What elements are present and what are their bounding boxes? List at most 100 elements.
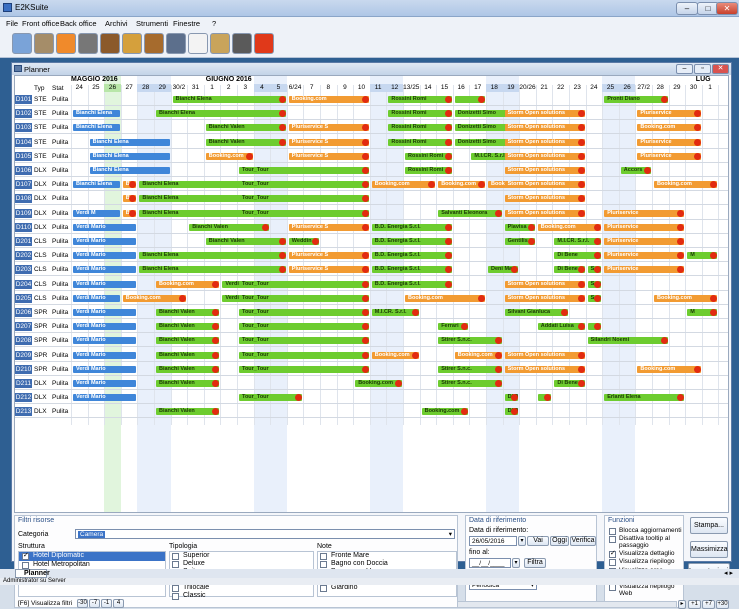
booking-bar[interactable]: Verdi M [73, 209, 120, 217]
booking-bar[interactable]: Pluriservice [637, 152, 701, 160]
function-checkbox[interactable] [609, 559, 616, 566]
room-number[interactable]: D103 [15, 123, 32, 133]
room-number[interactable]: D107 [15, 180, 32, 190]
tab-scroll-arrows[interactable]: ◂ ▸ [724, 569, 733, 577]
booking-bar[interactable]: Booking.com [421, 408, 469, 416]
day-header[interactable]: 23 [569, 84, 586, 92]
booking-bar[interactable]: Scanelli [587, 294, 602, 302]
booking-bar[interactable]: Tour_Tour [239, 337, 369, 345]
calendar-dropdown-icon[interactable]: ▾ [512, 558, 520, 568]
booking-bar[interactable]: Booking.com [355, 380, 402, 387]
reception-icon[interactable] [12, 33, 32, 54]
booking-bar[interactable]: Verdi Mario [73, 252, 137, 260]
until-date-input[interactable]: __/__/____ [469, 558, 511, 568]
room-number[interactable]: D208 [15, 336, 32, 346]
filter-button[interactable]: Filtra [524, 558, 546, 568]
room-number[interactable]: D210 [15, 364, 32, 374]
booking-bar[interactable]: Storm Open solutions [504, 138, 585, 146]
room-number[interactable]: D110 [15, 222, 32, 232]
day-header[interactable]: 29 [669, 84, 686, 92]
booking-bar[interactable]: Salvanti Eleonora [438, 209, 502, 217]
function-checkbox[interactable] [609, 584, 616, 591]
booking-bar[interactable]: Bianchi Elena [139, 266, 286, 274]
booking-bar[interactable]: Storm Open solutions [504, 124, 585, 132]
booking-bar[interactable]: Verdi Mario [73, 266, 137, 274]
function-checkbox[interactable] [609, 536, 616, 543]
booking-bar[interactable]: Addati Luisa [537, 323, 585, 331]
booking-bar[interactable]: M [687, 252, 718, 260]
booking-bar[interactable]: Verdi Mario [73, 223, 137, 231]
booking-bar[interactable]: Verdi Mario [73, 294, 120, 302]
room-number[interactable]: D212 [15, 393, 32, 403]
day-header[interactable]: 2 [220, 84, 237, 92]
day-header[interactable]: 12 [386, 84, 403, 92]
booking-bar[interactable]: M.I.CR. S.r.l. [554, 238, 602, 245]
calendar-dropdown-icon[interactable]: ▾ [518, 536, 526, 546]
note-item[interactable]: Fronte Mare [331, 552, 369, 559]
booking-bar[interactable]: Stirer S.n.c. [438, 365, 502, 373]
menu-archivi[interactable]: Archivi [105, 19, 128, 28]
struttura-checkbox[interactable] [22, 562, 29, 569]
booking-bar[interactable]: Pluriservice [604, 252, 685, 260]
menu-front-office[interactable]: Front office [22, 19, 59, 28]
booking-bar[interactable]: Bianchi Valen [156, 337, 220, 345]
day-header[interactable]: 30 [685, 84, 702, 92]
day-header[interactable]: 4 [253, 84, 271, 92]
booking-bar[interactable]: Storm Open solutions [504, 365, 585, 373]
booking-bar[interactable]: Storm Open solutions [504, 294, 585, 302]
print-button[interactable]: Stampa... [690, 517, 728, 534]
go-button[interactable]: Vai [527, 536, 549, 546]
booking-bar[interactable]: Bianchi Valen [205, 124, 286, 132]
function-checkbox[interactable] [609, 528, 616, 535]
booking-bar[interactable]: Tour_Tour [239, 280, 369, 288]
booking-bar[interactable]: Pluriservice S [288, 266, 369, 274]
cone-icon[interactable] [56, 33, 76, 54]
nav-forward-button[interactable]: +1 [688, 600, 701, 609]
menu-strumenti[interactable]: Strumenti [136, 19, 168, 28]
horizontal-scrollbar[interactable] [457, 601, 677, 608]
booking-bar[interactable]: B [122, 209, 137, 217]
day-header[interactable]: 28 [137, 84, 154, 92]
nav-back-button[interactable]: -30 [77, 599, 88, 608]
booking-bar[interactable]: Tour_Tour [239, 309, 369, 316]
booking-bar[interactable]: Di Bene [504, 408, 519, 416]
person-icon[interactable] [122, 33, 142, 54]
room-number[interactable]: D106 [15, 166, 32, 175]
room-number[interactable]: D104 [15, 137, 32, 147]
booking-bar[interactable]: Verdi Mario [73, 365, 137, 373]
booking-bar[interactable]: Storm Open solutions [504, 167, 585, 174]
booking-bar[interactable]: Booking.com [371, 351, 419, 359]
booking-bar[interactable]: Tour_Tour [239, 181, 369, 189]
room-number[interactable]: D209 [15, 350, 32, 360]
planner-close-button[interactable]: ✕ [712, 64, 729, 74]
booking-bar[interactable]: Bianchi Elena [139, 252, 286, 260]
tipologia-checkbox[interactable] [172, 593, 179, 600]
booking-bar[interactable]: Scanelli [587, 266, 602, 274]
day-header[interactable]: 29 [154, 84, 171, 92]
planner-restore-button[interactable]: ▫ [694, 64, 711, 74]
function-item[interactable]: Blocca aggiornamenti [619, 527, 683, 534]
tipologia-item[interactable]: Deluxe [183, 560, 205, 567]
booking-bar[interactable]: Storm Open solutions [504, 351, 585, 359]
booking-bar[interactable]: Verdi Mario [73, 337, 137, 345]
room-number[interactable]: D109 [15, 208, 32, 218]
room-number[interactable]: D203 [15, 265, 32, 275]
day-header[interactable]: 18 [486, 84, 503, 92]
booking-bar[interactable] [587, 323, 602, 331]
function-item[interactable]: Visualizza riepilogo Web [619, 583, 683, 597]
ref-date-input[interactable]: 26/05/2016 [469, 536, 517, 546]
room-number[interactable]: D205 [15, 293, 32, 303]
day-header[interactable]: 25 [602, 84, 619, 92]
booking-bar[interactable]: Bianchi Valen [156, 380, 220, 387]
nav-back-button[interactable]: 4 [113, 599, 124, 608]
booking-bar[interactable]: Booking.com [405, 294, 485, 302]
booking-bar[interactable]: Tour_Tour [239, 294, 369, 302]
room-number[interactable]: D207 [15, 322, 32, 332]
booking-bar[interactable]: Storm Open solutions [504, 195, 585, 203]
booking-bar[interactable]: Bianchi Elena [73, 181, 120, 189]
booking-bar[interactable]: Bianchi Valen [156, 309, 220, 316]
function-item[interactable]: Visualizza riepilogo [619, 558, 683, 565]
day-header[interactable]: 24 [71, 84, 88, 92]
booking-bar[interactable]: Bianchi Elena [89, 167, 170, 174]
book-icon[interactable] [78, 33, 98, 54]
